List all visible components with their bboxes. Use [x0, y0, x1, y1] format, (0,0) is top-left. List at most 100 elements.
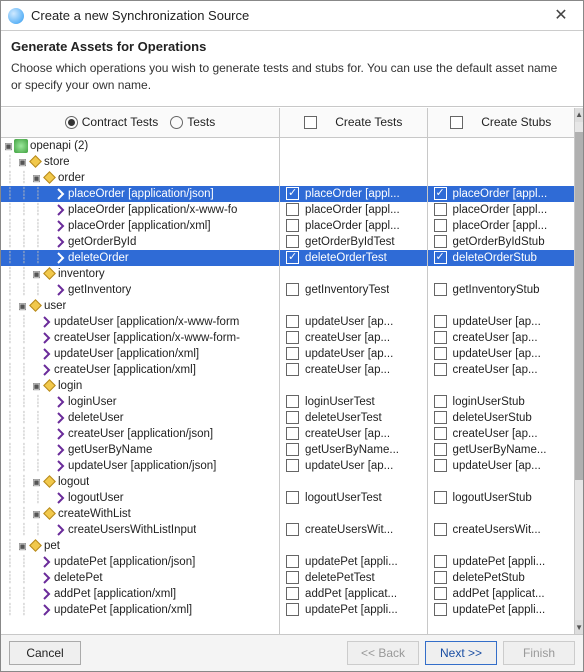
test-checkbox[interactable] [286, 395, 299, 408]
stub-checkbox[interactable] [434, 411, 447, 424]
stubs-row[interactable]: deleteOrderStub [428, 250, 575, 266]
stub-name[interactable]: logoutUserStub [453, 490, 532, 506]
tree-row[interactable]: ┊┊updatePet [application/json] [1, 554, 279, 570]
tests-row[interactable]: getOrderByIdTest [280, 234, 427, 250]
expand-toggle-icon[interactable]: ▣ [17, 538, 28, 554]
tree-row[interactable]: ┊┊┊loginUser [1, 394, 279, 410]
tests-row[interactable]: deleteUserTest [280, 410, 427, 426]
operations-tree[interactable]: ▣openapi (2)┊▣store┊┊▣order┊┊┊placeOrder… [1, 138, 279, 634]
scroll-up-button[interactable]: ▲ [575, 108, 583, 122]
stub-name[interactable]: createUser [ap... [453, 330, 538, 346]
radio-contract-tests[interactable]: Contract Tests [65, 115, 158, 129]
tree-row[interactable]: ┊┊┊createUser [application/json] [1, 426, 279, 442]
stub-checkbox[interactable] [434, 219, 447, 232]
test-checkbox[interactable] [286, 411, 299, 424]
stub-name[interactable]: deletePetStub [453, 570, 525, 586]
tree-row[interactable]: ┊▣store [1, 154, 279, 170]
stubs-row[interactable]: createUser [ap... [428, 362, 575, 378]
stub-checkbox[interactable] [434, 331, 447, 344]
stubs-row[interactable]: loginUserStub [428, 394, 575, 410]
close-button[interactable]: ✕ [539, 1, 583, 31]
stub-name[interactable]: updatePet [appli... [453, 554, 546, 570]
stub-name[interactable]: updatePet [appli... [453, 602, 546, 618]
test-checkbox[interactable] [286, 187, 299, 200]
tree-row[interactable]: ┊┊▣createWithList [1, 506, 279, 522]
test-checkbox[interactable] [286, 331, 299, 344]
stubs-row[interactable]: createUser [ap... [428, 426, 575, 442]
stub-checkbox[interactable] [434, 523, 447, 536]
stub-name[interactable]: updateUser [ap... [453, 458, 541, 474]
tests-row[interactable]: createUser [ap... [280, 330, 427, 346]
stubs-row[interactable]: addPet [applicat... [428, 586, 575, 602]
stub-checkbox[interactable] [434, 427, 447, 440]
stubs-row[interactable]: createUser [ap... [428, 330, 575, 346]
expand-toggle-icon[interactable]: ▣ [31, 474, 42, 490]
test-name[interactable]: getOrderByIdTest [305, 234, 394, 250]
expand-toggle-icon[interactable]: ▣ [31, 378, 42, 394]
stub-checkbox[interactable] [434, 459, 447, 472]
expand-toggle-icon[interactable]: ▣ [17, 154, 28, 170]
stubs-row[interactable]: updateUser [ap... [428, 458, 575, 474]
test-name[interactable]: getInventoryTest [305, 282, 389, 298]
stub-name[interactable]: loginUserStub [453, 394, 525, 410]
test-checkbox[interactable] [286, 235, 299, 248]
stub-name[interactable]: getInventoryStub [453, 282, 540, 298]
tests-row[interactable]: updateUser [ap... [280, 314, 427, 330]
stub-name[interactable]: createUsersWit... [453, 522, 541, 538]
test-checkbox[interactable] [286, 203, 299, 216]
stub-name[interactable]: deleteUserStub [453, 410, 532, 426]
stub-checkbox[interactable] [434, 283, 447, 296]
stubs-row[interactable]: logoutUserStub [428, 490, 575, 506]
test-checkbox[interactable] [286, 219, 299, 232]
test-name[interactable]: createUser [ap... [305, 362, 390, 378]
tests-row[interactable]: addPet [applicat... [280, 586, 427, 602]
tests-row[interactable]: createUser [ap... [280, 362, 427, 378]
test-name[interactable]: placeOrder [appl... [305, 218, 400, 234]
stubs-row[interactable]: updateUser [ap... [428, 346, 575, 362]
vertical-scrollbar[interactable]: ▲ ▼ [575, 108, 583, 634]
tests-row[interactable]: getInventoryTest [280, 282, 427, 298]
tree-row[interactable]: ┊┊┊getInventory [1, 282, 279, 298]
stub-checkbox[interactable] [434, 555, 447, 568]
stub-name[interactable]: deleteOrderStub [453, 250, 537, 266]
expand-toggle-icon[interactable]: ▣ [31, 506, 42, 522]
stub-checkbox[interactable] [434, 395, 447, 408]
tree-row[interactable]: ┊┊┊placeOrder [application/x-www-fo [1, 202, 279, 218]
tests-row[interactable]: logoutUserTest [280, 490, 427, 506]
stub-checkbox[interactable] [434, 587, 447, 600]
tests-row[interactable]: updateUser [ap... [280, 346, 427, 362]
test-name[interactable]: logoutUserTest [305, 490, 382, 506]
test-checkbox[interactable] [286, 251, 299, 264]
test-checkbox[interactable] [286, 315, 299, 328]
tree-row[interactable]: ┊┊updateUser [application/xml] [1, 346, 279, 362]
stubs-row[interactable]: placeOrder [appl... [428, 218, 575, 234]
stubs-row[interactable]: getInventoryStub [428, 282, 575, 298]
stub-name[interactable]: placeOrder [appl... [453, 218, 548, 234]
scroll-thumb[interactable] [575, 132, 583, 481]
test-checkbox[interactable] [286, 603, 299, 616]
tree-row[interactable]: ┊┊┊deleteOrder [1, 250, 279, 266]
stub-name[interactable]: createUser [ap... [453, 362, 538, 378]
stub-checkbox[interactable] [434, 363, 447, 376]
tree-row[interactable]: ┊┊createUser [application/x-www-form- [1, 330, 279, 346]
stub-checkbox[interactable] [434, 315, 447, 328]
stub-name[interactable]: getOrderByIdStub [453, 234, 545, 250]
stub-checkbox[interactable] [434, 347, 447, 360]
tree-row[interactable]: ┊┊▣inventory [1, 266, 279, 282]
test-checkbox[interactable] [286, 523, 299, 536]
test-name[interactable]: deletePetTest [305, 570, 375, 586]
expand-toggle-icon[interactable]: ▣ [3, 138, 14, 154]
test-name[interactable]: updatePet [appli... [305, 602, 398, 618]
test-name[interactable]: updatePet [appli... [305, 554, 398, 570]
tests-row[interactable]: placeOrder [appl... [280, 186, 427, 202]
select-all-tests-checkbox[interactable] [304, 116, 317, 129]
test-checkbox[interactable] [286, 347, 299, 360]
stub-name[interactable]: getUserByName... [453, 442, 547, 458]
select-all-stubs-checkbox[interactable] [450, 116, 463, 129]
stub-name[interactable]: addPet [applicat... [453, 586, 545, 602]
tree-row[interactable]: ┊┊createUser [application/xml] [1, 362, 279, 378]
tests-row[interactable]: updatePet [appli... [280, 602, 427, 618]
tree-row[interactable]: ┊┊addPet [application/xml] [1, 586, 279, 602]
tree-row[interactable]: ┊┊┊updateUser [application/json] [1, 458, 279, 474]
stub-checkbox[interactable] [434, 603, 447, 616]
